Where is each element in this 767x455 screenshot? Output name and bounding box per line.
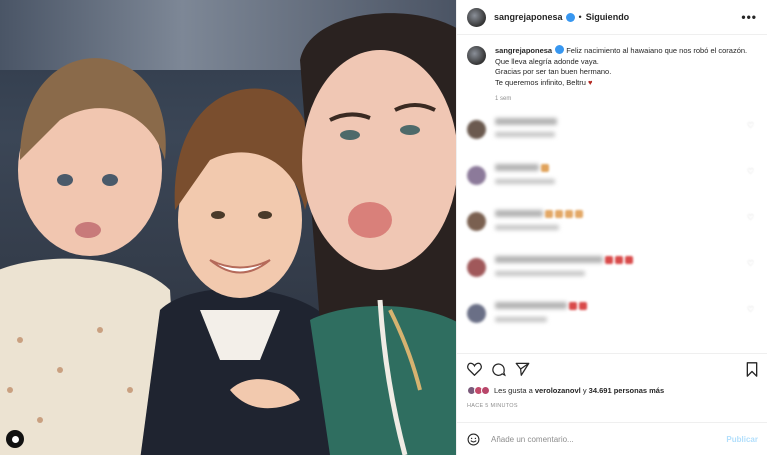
photo-woman xyxy=(300,13,456,455)
separator-dot: • xyxy=(578,12,582,22)
avatar[interactable] xyxy=(467,165,486,185)
username-link[interactable]: sangrejaponesa xyxy=(494,12,563,22)
avatar xyxy=(481,386,490,395)
post-timestamp: HACE 5 MINUTOS xyxy=(467,403,518,409)
avatar[interactable] xyxy=(467,303,486,323)
list-item: ♡ xyxy=(467,300,757,346)
avatar[interactable] xyxy=(467,211,486,231)
heart-emoji: ♥ xyxy=(587,77,593,87)
list-item: ♡ xyxy=(467,162,757,208)
post-actions: Les gusta a verolozanovl y 34.691 person… xyxy=(457,353,767,409)
emoji-icon[interactable] xyxy=(467,433,480,446)
likes-summary: Les gusta a verolozanovl y 34.691 person… xyxy=(467,386,758,395)
caption-avatar[interactable] xyxy=(467,46,486,65)
comment-like-icon[interactable]: ♡ xyxy=(747,121,755,130)
caption-text: sangrejaponesa Feliz nacimiento al hawai… xyxy=(495,45,757,105)
caption-line-3: Te queremos infinito, Beltru xyxy=(495,77,586,87)
list-item: ♡ xyxy=(467,208,757,254)
likes-count-link[interactable]: 34.691 personas más xyxy=(589,386,664,395)
caption-username[interactable]: sangrejaponesa xyxy=(495,46,552,55)
following-button[interactable]: Siguiendo xyxy=(586,12,630,22)
caption-line-2: Gracias por ser tan buen hermano. xyxy=(495,67,612,76)
comment-like-icon[interactable]: ♡ xyxy=(747,259,755,268)
likes-prefix: Les gusta a xyxy=(494,386,533,395)
share-icon[interactable] xyxy=(515,362,530,376)
post-photo[interactable] xyxy=(0,0,456,455)
avatar[interactable] xyxy=(467,119,486,139)
post-caption: sangrejaponesa Feliz nacimiento al hawai… xyxy=(457,35,767,105)
likes-user-link[interactable]: verolozanovl xyxy=(535,386,581,395)
add-comment-bar: Añade un comentario... Publicar xyxy=(457,422,767,455)
avatar[interactable] xyxy=(467,257,486,277)
more-icon[interactable]: ••• xyxy=(741,10,757,24)
verified-icon xyxy=(555,45,565,54)
post-header: sangrejaponesa • Siguiendo ••• xyxy=(457,0,767,35)
likes-text: Les gusta a verolozanovl y 34.691 person… xyxy=(494,386,664,395)
comment-like-icon[interactable]: ♡ xyxy=(747,305,755,314)
likes-conjunction: y xyxy=(582,386,587,395)
comment-like-icon[interactable]: ♡ xyxy=(747,213,755,222)
like-icon[interactable] xyxy=(467,362,482,376)
publish-button[interactable]: Publicar xyxy=(726,435,758,444)
verified-icon xyxy=(565,12,575,22)
tag-icon[interactable] xyxy=(6,430,24,448)
avatar[interactable] xyxy=(467,7,486,27)
list-item: ♡ xyxy=(467,116,757,162)
comment-like-icon[interactable]: ♡ xyxy=(747,167,755,176)
action-icons xyxy=(467,360,758,378)
save-icon[interactable] xyxy=(746,361,758,377)
comment-icon[interactable] xyxy=(491,362,506,377)
list-item: ♡ xyxy=(467,254,757,300)
post-side-panel: sangrejaponesa • Siguiendo ••• sangrejap… xyxy=(456,0,767,455)
comments-list: ♡ ♡ ♡ ♡ ♡ xyxy=(457,116,767,346)
caption-time: 1 sem xyxy=(495,96,512,102)
comment-input[interactable]: Añade un comentario... xyxy=(491,435,574,444)
